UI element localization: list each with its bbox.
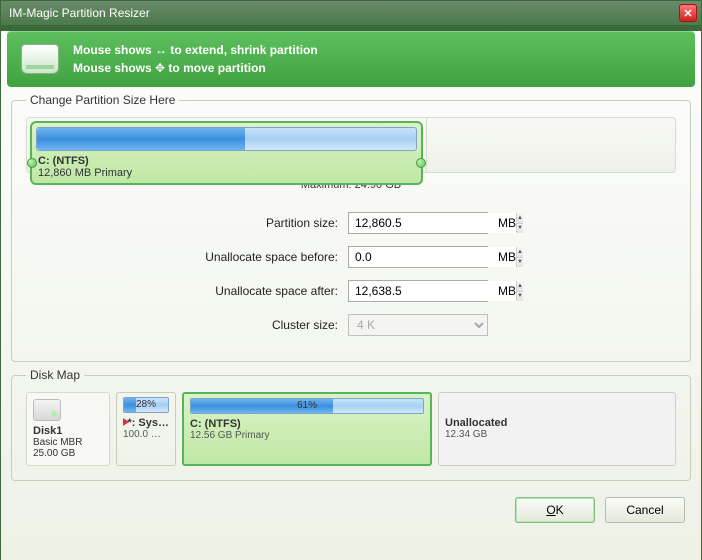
partition-label: C: (NTFS): [38, 155, 89, 167]
titlebar[interactable]: IM-Magic Partition Resizer ✕: [1, 1, 701, 25]
flag-icon: [123, 418, 124, 428]
disk-icon: [33, 399, 61, 421]
disk-type: Basic MBR: [33, 437, 82, 448]
partition-size-label: Partition size:: [182, 207, 342, 239]
cluster-size-select[interactable]: 4 K: [348, 314, 488, 336]
drive-icon: [21, 44, 59, 74]
resize-cursor-icon: ↔: [155, 41, 167, 59]
diskmap-part-system[interactable]: 28% *: Sys… 100.0 MB P.: [116, 392, 176, 466]
banner-line-2: Mouse shows ✥ to move partition: [73, 59, 318, 77]
close-button[interactable]: ✕: [679, 4, 697, 22]
space-before-input[interactable]: [349, 247, 516, 267]
window-title: IM-Magic Partition Resizer: [9, 6, 679, 20]
spin-up-icon[interactable]: ▲: [517, 247, 523, 258]
spin-down-icon[interactable]: ▼: [517, 292, 523, 302]
space-before-label: Unallocate space before:: [182, 241, 342, 273]
cancel-button[interactable]: Cancel: [605, 497, 685, 523]
space-after-label: Unallocate space after:: [182, 275, 342, 307]
instruction-banner: Mouse shows ↔ to extend, shrink partitio…: [7, 31, 695, 87]
partition-block[interactable]: C: (NTFS) 12,860 MB Primary: [30, 121, 423, 185]
space-after-input[interactable]: [349, 281, 516, 301]
disk-size: 25.00 GB: [33, 448, 75, 459]
spin-down-icon[interactable]: ▼: [517, 258, 523, 268]
disk-map-group: Disk Map Disk1 Basic MBR 25.00 GB 28% *:…: [11, 368, 691, 481]
banner-line-1: Mouse shows ↔ to extend, shrink partitio…: [73, 41, 318, 59]
diskmap-part-c[interactable]: 61% C: (NTFS) 12.56 GB Primary: [182, 392, 432, 466]
spin-up-icon[interactable]: ▲: [517, 213, 523, 224]
partition-slider[interactable]: C: (NTFS) 12,860 MB Primary: [26, 117, 676, 173]
resize-group: Change Partition Size Here C: (NTFS) 12,…: [11, 93, 691, 362]
resize-handle-right[interactable]: [416, 158, 426, 168]
diskmap-part-unallocated[interactable]: Unallocated 12.34 GB: [438, 392, 676, 466]
disk-map-legend: Disk Map: [26, 368, 84, 382]
partition-sub: 12,860 MB Primary: [38, 167, 132, 179]
move-cursor-icon: ✥: [155, 59, 165, 77]
disk-name: Disk1: [33, 425, 62, 437]
spin-up-icon[interactable]: ▲: [517, 281, 523, 292]
cluster-size-label: Cluster size:: [182, 309, 342, 341]
resize-handle-left[interactable]: [27, 158, 37, 168]
partition-size-input[interactable]: [349, 213, 516, 233]
resize-legend: Change Partition Size Here: [26, 93, 179, 107]
spin-down-icon[interactable]: ▼: [517, 224, 523, 234]
unallocated-area[interactable]: [427, 118, 675, 172]
ok-button[interactable]: OK: [515, 497, 595, 523]
disk-card[interactable]: Disk1 Basic MBR 25.00 GB: [26, 392, 110, 466]
